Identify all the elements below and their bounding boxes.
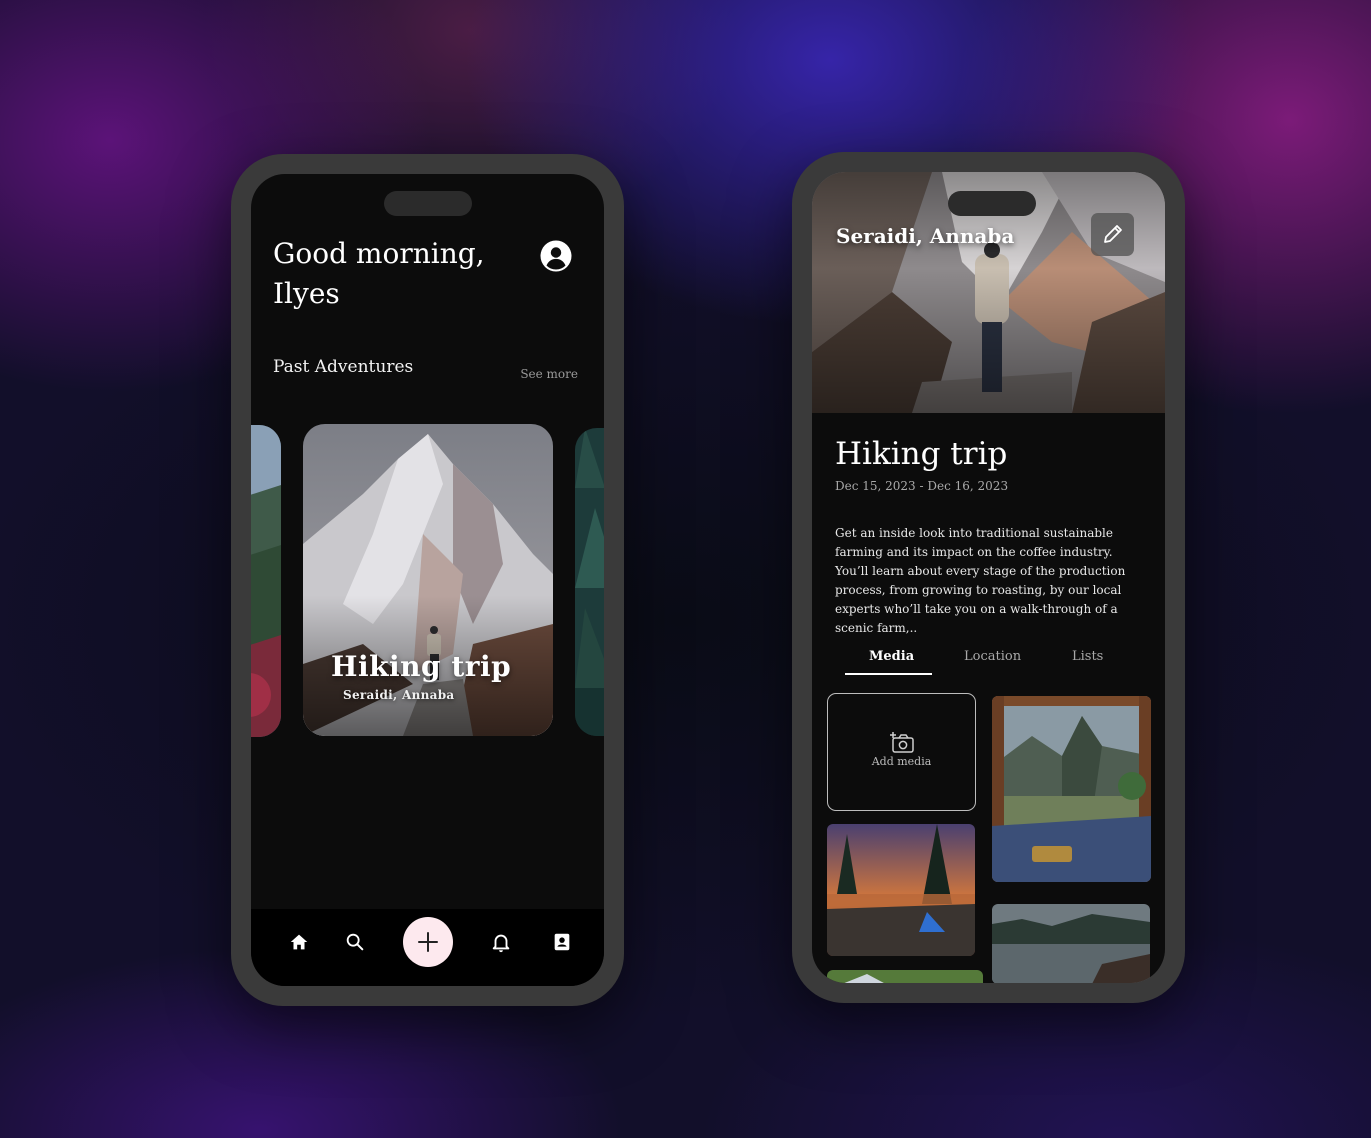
- misty-lake-image: [992, 904, 1150, 983]
- home-phone: Good morning, Ilyes Past Adventures See …: [231, 154, 624, 1006]
- add-photo-icon: [890, 732, 914, 753]
- see-more-link[interactable]: See more: [520, 367, 578, 381]
- tab-lists[interactable]: Lists: [1072, 649, 1103, 664]
- trip-detail-screen: Seraidi, Annaba Hiking trip Dec 15, 2023…: [812, 172, 1165, 983]
- lake-camp-image: [827, 824, 975, 956]
- add-media-button[interactable]: Add media: [827, 693, 976, 811]
- home-screen: Good morning, Ilyes Past Adventures See …: [251, 174, 604, 986]
- media-tile[interactable]: [827, 824, 975, 956]
- dynamic-island: [384, 191, 472, 216]
- greeting-text: Good morning, Ilyes: [273, 237, 485, 310]
- media-tile[interactable]: [992, 904, 1150, 983]
- home-icon[interactable]: [288, 931, 310, 953]
- active-tab-indicator: [845, 673, 932, 675]
- partial-image: [827, 970, 983, 983]
- card-location: Seraidi, Annaba: [343, 688, 455, 702]
- bottom-navigation: [251, 909, 604, 986]
- search-icon[interactable]: [344, 931, 366, 953]
- machu-picchu-image: [992, 696, 1151, 882]
- trip-dates: Dec 15, 2023 - Dec 16, 2023: [835, 479, 1009, 493]
- trip-description: Get an inside look into traditional sust…: [835, 526, 1126, 635]
- adventure-card-featured[interactable]: Hiking trip Seraidi, Annaba: [303, 424, 553, 736]
- past-adventures-title: Past Adventures: [273, 357, 414, 377]
- trip-title: Hiking trip: [835, 436, 1008, 472]
- pencil-icon: [1104, 225, 1122, 243]
- profile-avatar-icon[interactable]: [540, 240, 572, 272]
- forest-image: [575, 428, 604, 736]
- dynamic-island: [948, 191, 1036, 216]
- bell-icon[interactable]: [490, 931, 512, 953]
- tab-media[interactable]: Media: [869, 649, 914, 664]
- landscape-image: [251, 425, 281, 737]
- media-tile[interactable]: [992, 696, 1151, 882]
- add-adventure-button[interactable]: [403, 917, 453, 967]
- adventure-card-previous[interactable]: [251, 425, 281, 737]
- media-tile[interactable]: [827, 970, 983, 983]
- adventure-card-next[interactable]: [575, 428, 604, 736]
- tab-location[interactable]: Location: [964, 649, 1021, 664]
- add-media-label: Add media: [871, 755, 932, 768]
- edit-trip-button[interactable]: [1091, 213, 1134, 256]
- plus-icon: [418, 932, 438, 952]
- trip-detail-phone: Seraidi, Annaba Hiking trip Dec 15, 2023…: [792, 152, 1185, 1003]
- card-title: Hiking trip: [331, 650, 512, 683]
- hero-location: Seraidi, Annaba: [836, 224, 1015, 248]
- contact-book-icon[interactable]: [551, 931, 573, 953]
